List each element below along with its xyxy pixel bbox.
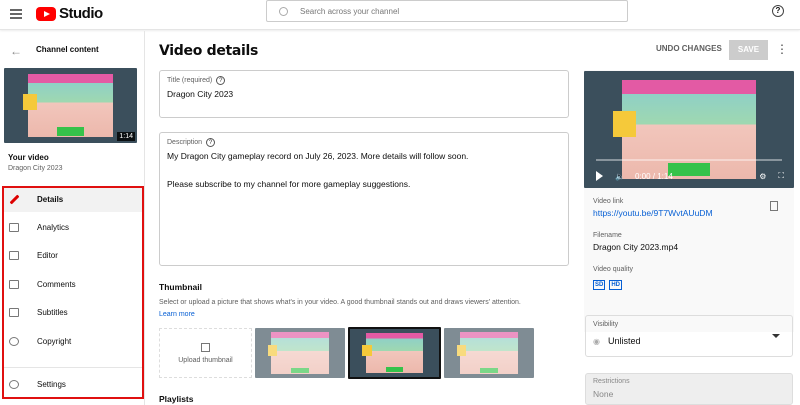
filename-label: Filename	[593, 232, 622, 239]
help-icon[interactable]: ?	[206, 138, 216, 147]
description-label: Description	[167, 139, 203, 146]
thumbnail-option-2-selected[interactable]	[348, 327, 441, 379]
volume-icon[interactable]: 🔈	[615, 172, 625, 181]
hd-badge: HD	[609, 280, 623, 290]
thumbnail-heading: Thumbnail	[159, 282, 202, 292]
learn-more-link[interactable]: Learn more	[159, 311, 195, 318]
add-photo-icon	[201, 343, 210, 352]
restrictions-value: None	[593, 389, 614, 399]
description-line: My Dragon City gameplay record on July 2…	[167, 151, 469, 161]
play-icon[interactable]	[596, 171, 603, 181]
undo-changes-button[interactable]: UNDO CHANGES	[656, 44, 722, 53]
title-label: Title (required)	[167, 77, 213, 84]
upload-thumbnail-button[interactable]: Upload thumbnail	[159, 328, 252, 378]
dropdown-arrow-icon	[772, 334, 780, 338]
player-controls: 🔈 0:00 / 1:14 ⚙ ⛶	[584, 165, 794, 187]
description-field[interactable]: Description? My Dragon City gameplay rec…	[159, 132, 569, 266]
thumbnail-option-1[interactable]	[255, 328, 345, 378]
highlight-box	[2, 186, 144, 399]
copy-icon[interactable]	[770, 201, 778, 211]
youtube-studio-logo[interactable]: Studio	[36, 5, 103, 22]
page-title: Video details	[159, 43, 259, 59]
visibility-value: Unlisted	[607, 336, 641, 346]
duration-badge: 1:14	[117, 132, 135, 141]
playlists-heading: Playlists	[159, 394, 194, 404]
video-thumbnail[interactable]: 1:14	[4, 68, 137, 143]
settings-gear-icon[interactable]: ⚙	[759, 172, 766, 181]
more-options-icon[interactable]: ⋮	[776, 42, 788, 56]
sd-badge: SD	[593, 280, 606, 290]
description-line: Please subscribe to my channel for more …	[167, 179, 411, 189]
video-quality-label: Video quality	[593, 266, 633, 273]
progress-bar[interactable]	[596, 159, 782, 161]
filename: Dragon City 2023.mp4	[593, 242, 679, 252]
video-link[interactable]: https://youtu.be/9T7WvtAUuDM	[593, 208, 713, 218]
title-value: Dragon City 2023	[167, 89, 234, 99]
upload-label: Upload thumbnail	[178, 357, 233, 364]
visibility-dropdown[interactable]: Visibility ◉ Unlisted	[585, 315, 793, 357]
thumbnail-help: Select or upload a picture that shows wh…	[159, 299, 521, 306]
player-time: 0:00 / 1:14	[634, 171, 673, 181]
save-button[interactable]: SAVE	[729, 40, 768, 60]
visibility-label: Visibility	[593, 321, 619, 328]
logo-text: Studio	[59, 5, 103, 22]
youtube-logo-icon	[36, 6, 56, 21]
search-input[interactable]: Search across your channel	[266, 0, 628, 22]
help-icon[interactable]: ?	[772, 5, 784, 17]
restrictions-label: Restrictions	[593, 378, 630, 385]
channel-content-link[interactable]: Channel content	[36, 45, 99, 54]
title-field[interactable]: Title (required)? Dragon City 2023	[159, 70, 569, 118]
thumbnail-option-3[interactable]	[444, 328, 534, 378]
restrictions-field: Restrictions None	[585, 373, 793, 405]
eye-icon: ◉	[593, 336, 600, 346]
top-bar: Studio Search across your channel ?	[0, 0, 800, 30]
help-icon[interactable]: ?	[216, 76, 226, 85]
search-icon	[279, 6, 288, 16]
video-name: Dragon City 2023	[8, 165, 63, 172]
search-placeholder: Search across your channel	[300, 6, 400, 16]
fullscreen-icon[interactable]: ⛶	[778, 171, 784, 181]
quality-badges: SD HD	[593, 278, 626, 290]
sidebar: ← Channel content 1:14 Your video Dragon…	[0, 31, 145, 405]
hamburger-menu-icon[interactable]	[10, 9, 22, 19]
video-link-label: Video link	[593, 198, 624, 205]
your-video-label: Your video	[8, 153, 49, 162]
back-arrow-icon[interactable]: ←	[10, 44, 22, 58]
